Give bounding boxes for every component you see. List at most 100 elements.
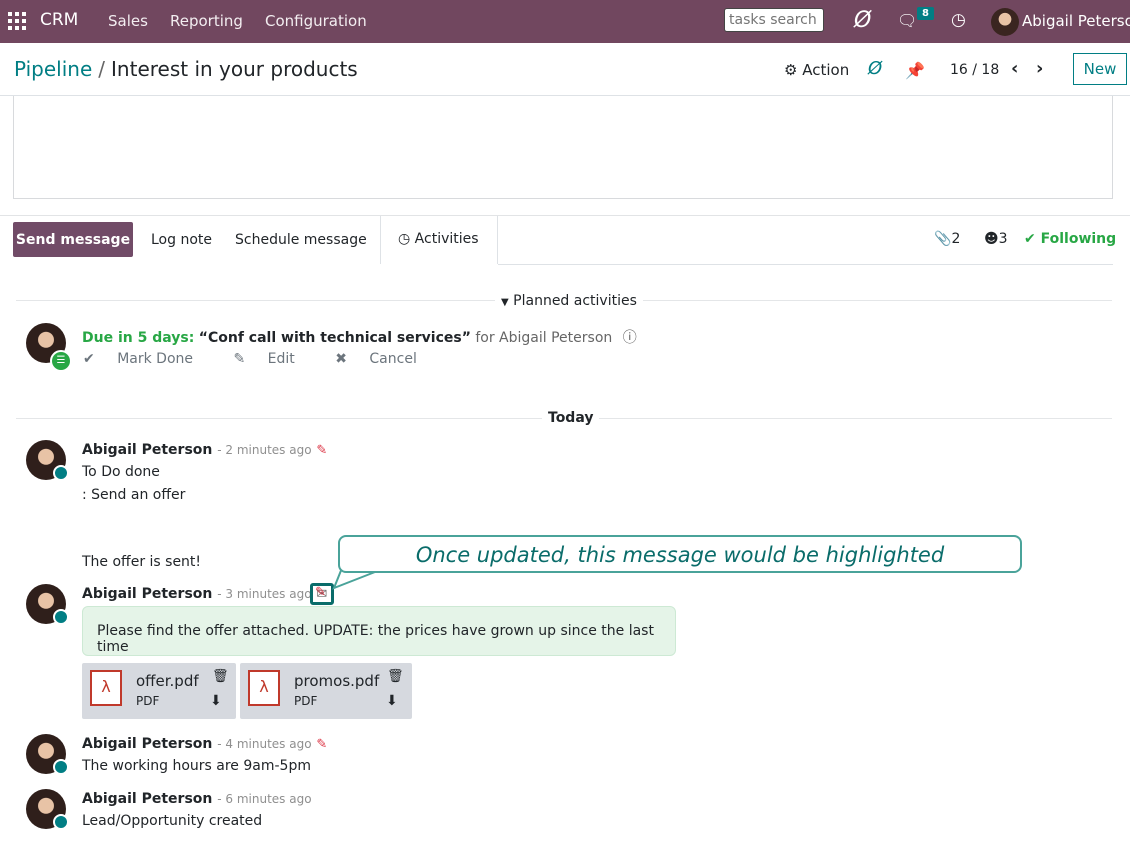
gear-icon: ⚙ <box>784 61 798 79</box>
attachment-name[interactable]: offer.pdf <box>136 672 199 690</box>
attachment-card[interactable]: λ promos.pdf PDF 🗑 ⬇ <box>240 663 412 719</box>
check-icon: ✔ <box>83 351 95 367</box>
followers-button[interactable]: ☻3 <box>984 231 1008 247</box>
send-message-button[interactable]: Send message <box>13 222 133 257</box>
breadcrumb-pipeline[interactable]: Pipeline <box>14 57 92 81</box>
menu-sales[interactable]: Sales <box>108 12 148 30</box>
activity-title: “Conf call with technical services” <box>198 330 471 346</box>
user-avatar[interactable] <box>991 8 1019 36</box>
online-status-dot <box>53 814 69 830</box>
clock-icon: ◷ <box>398 231 411 247</box>
voip-phone-icon[interactable]: Ø <box>854 8 871 33</box>
action-label: Action <box>802 61 850 79</box>
pencil-icon: ✎ <box>233 351 246 367</box>
tasks-search-input[interactable] <box>724 8 824 32</box>
schedule-message-button[interactable]: Schedule message <box>235 232 367 248</box>
message-author[interactable]: Abigail Peterson <box>82 736 212 752</box>
apps-grid-icon[interactable] <box>8 12 26 30</box>
followers-count: 3 <box>998 231 1008 247</box>
pin-icon[interactable]: 📌 <box>905 61 925 80</box>
trash-icon[interactable]: 🗑 <box>387 669 404 684</box>
message-author[interactable]: Abigail Peterson <box>82 791 212 807</box>
message-author[interactable]: Abigail Peterson <box>82 442 212 458</box>
activities-label: Activities <box>414 231 479 247</box>
message-header: Abigail Peterson - 3 minutes ago ✉ <box>82 586 327 602</box>
online-status-dot <box>53 609 69 625</box>
edit-message-icon[interactable]: ✎ <box>315 585 326 600</box>
cancel-activity-button[interactable]: ✖ Cancel <box>335 351 435 367</box>
breadcrumb: Pipeline / Interest in your products <box>14 57 358 81</box>
new-button[interactable]: New <box>1073 53 1127 85</box>
pager-next-icon[interactable]: › <box>1036 58 1043 79</box>
annotation-text: Once updated, this message would be high… <box>415 543 945 567</box>
pager-value[interactable]: 16 / 18 <box>950 62 999 78</box>
info-icon[interactable]: ⓘ <box>623 330 637 346</box>
message-header: Abigail Peterson - 6 minutes ago <box>82 791 312 807</box>
breadcrumb-current: Interest in your products <box>111 57 358 81</box>
cancel-label: Cancel <box>369 351 417 367</box>
message-line: The offer is sent! <box>82 554 202 570</box>
user-icon: ☻ <box>984 231 999 247</box>
activity-type-icon: ☰ <box>50 350 72 372</box>
attachment-type: PDF <box>294 694 318 708</box>
message-header: Abigail Peterson - 2 minutes ago ✎ <box>82 442 327 458</box>
message-author[interactable]: Abigail Peterson <box>82 586 212 602</box>
message-bubble: Please find the offer attached. UPDATE: … <box>82 606 676 656</box>
message-date: - 6 minutes ago <box>217 792 312 806</box>
attachment-type: PDF <box>136 694 160 708</box>
chatter-separator <box>0 215 1130 216</box>
menu-reporting[interactable]: Reporting <box>170 12 243 30</box>
online-status-dot <box>53 465 69 481</box>
annotation-callout: Once updated, this message would be high… <box>338 535 1022 573</box>
following-button[interactable]: ✔ Following <box>1024 231 1116 247</box>
message-date: - 3 minutes ago <box>217 587 312 601</box>
close-icon: ✖ <box>335 351 347 367</box>
attachments-button[interactable]: 📎2 <box>934 231 960 247</box>
top-navbar: CRM Sales Reporting Configuration Ø 🗨 8 … <box>0 0 1130 43</box>
paperclip-icon: 📎 <box>934 231 952 247</box>
edit-message-icon[interactable]: ✎ <box>316 443 327 458</box>
mark-done-label: Mark Done <box>117 351 193 367</box>
message-line: : Send an offer <box>82 487 186 503</box>
pdf-file-icon: λ <box>248 670 280 706</box>
edit-label: Edit <box>267 351 295 367</box>
following-label: Following <box>1040 231 1117 247</box>
due-label: Due in 5 days: <box>82 330 195 346</box>
action-menu-button[interactable]: ⚙ Action <box>784 61 849 79</box>
user-name[interactable]: Abigail Peterson <box>1022 12 1130 30</box>
message-date: - 4 minutes ago <box>217 737 312 751</box>
messages-icon[interactable]: 🗨 <box>897 11 917 30</box>
message-text: Lead/Opportunity created <box>82 813 263 829</box>
today-label: Today <box>542 410 600 426</box>
breadcrumb-separator: / <box>98 57 106 81</box>
activity-summary: Due in 5 days: “Conf call with technical… <box>82 327 637 347</box>
pager-previous-icon[interactable]: ‹ <box>1011 58 1018 79</box>
message-date: - 2 minutes ago <box>217 443 312 457</box>
activity-actions: ✔ Mark Done ✎ Edit ✖ Cancel <box>83 351 453 367</box>
online-status-dot <box>53 759 69 775</box>
log-note-button[interactable]: Log note <box>151 232 212 248</box>
download-icon[interactable]: ⬇ <box>386 693 398 709</box>
control-panel: Pipeline / Interest in your products ⚙ Act… <box>0 43 1130 96</box>
messages-badge: 8 <box>917 7 934 20</box>
edit-message-icon[interactable]: ✎ <box>316 737 327 752</box>
menu-configuration[interactable]: Configuration <box>265 12 367 30</box>
activities-button[interactable]: ◷ Activities <box>380 216 498 264</box>
attachment-name[interactable]: promos.pdf <box>294 672 379 690</box>
mark-done-button[interactable]: ✔ Mark Done <box>83 351 211 367</box>
message-header: Abigail Peterson - 4 minutes ago ✎ <box>82 736 327 752</box>
download-icon[interactable]: ⬇ <box>210 693 222 709</box>
activity-clock-icon[interactable]: ◷ <box>951 10 966 30</box>
app-brand[interactable]: CRM <box>40 10 78 30</box>
message-line: To Do done <box>82 464 160 480</box>
trash-icon[interactable]: 🗑 <box>212 669 229 684</box>
check-icon: ✔ <box>1024 231 1036 247</box>
planned-activities-title: Planned activities <box>513 293 637 309</box>
voip-call-icon[interactable]: Ø <box>868 58 882 79</box>
pdf-file-icon: λ <box>90 670 122 706</box>
attachments-count: 2 <box>951 231 961 247</box>
edit-activity-button[interactable]: ✎ Edit <box>233 351 312 367</box>
planned-activities-toggle[interactable]: ▼ Planned activities <box>495 293 643 309</box>
caret-down-icon: ▼ <box>501 297 509 308</box>
attachment-card[interactable]: λ offer.pdf PDF 🗑 ⬇ <box>82 663 236 719</box>
